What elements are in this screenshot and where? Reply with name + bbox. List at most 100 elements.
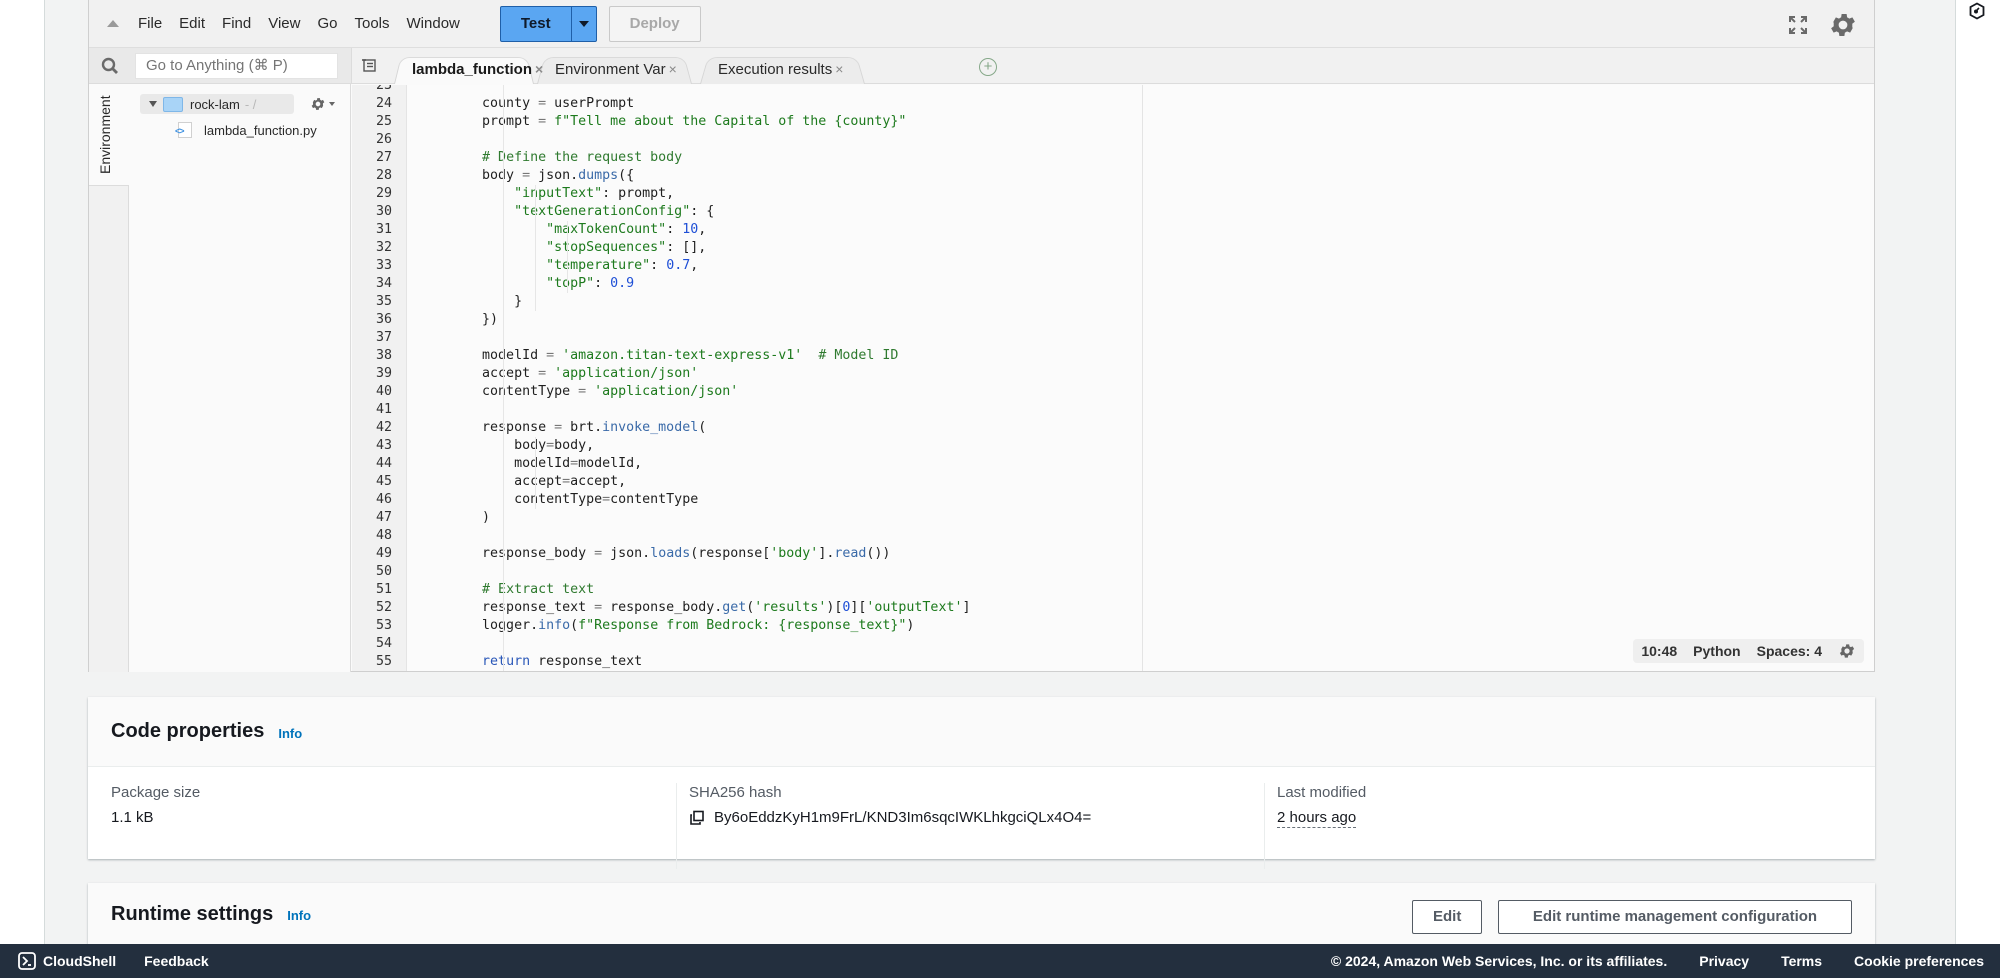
- caret-down-icon: [578, 20, 589, 27]
- line-number: 39: [375, 366, 392, 381]
- code-line[interactable]: 49 response_body = json.loads(response['…: [352, 545, 1874, 563]
- tree-root-label: rock-lam: [190, 96, 240, 112]
- add-tab-icon[interactable]: +: [979, 58, 997, 76]
- last-modified-value[interactable]: 2 hours ago: [1277, 809, 1357, 828]
- code-line[interactable]: 51 # Extract text: [352, 581, 1874, 599]
- code-line[interactable]: 41: [352, 401, 1874, 419]
- close-tab-icon[interactable]: ×: [535, 61, 543, 77]
- code-line[interactable]: 45 accept=accept,: [352, 473, 1874, 491]
- tab-execution-results[interactable]: Execution results ×: [700, 54, 865, 84]
- cursor-position[interactable]: 10:48: [1641, 643, 1677, 659]
- environment-panel-tab[interactable]: Environment: [89, 84, 129, 186]
- code-line[interactable]: 50: [352, 563, 1874, 581]
- cloudshell-link[interactable]: CloudShell: [43, 953, 116, 969]
- code-line[interactable]: 37: [352, 329, 1874, 347]
- cookie-preferences-link[interactable]: Cookie preferences: [1854, 953, 1984, 969]
- fullscreen-icon[interactable]: [1788, 15, 1808, 35]
- privacy-link[interactable]: Privacy: [1699, 953, 1749, 969]
- code-line[interactable]: 43 body=body,: [352, 437, 1874, 455]
- line-number: 46: [375, 492, 392, 507]
- tree-root-folder[interactable]: rock-lam - /: [140, 94, 294, 114]
- ide-settings-gear-icon[interactable]: [1828, 10, 1858, 40]
- line-number: 49: [375, 546, 392, 561]
- test-dropdown-button[interactable]: [572, 7, 596, 41]
- code-line[interactable]: 44 modelId=modelId,: [352, 455, 1874, 473]
- sha256-value: By6oEddzKyH1m9FrL/KND3Im6sqcIWKLhkgciQLx…: [714, 809, 1092, 826]
- close-tab-icon[interactable]: ×: [669, 61, 677, 77]
- code-line[interactable]: 30 "textGenerationConfig": {: [352, 203, 1874, 221]
- line-number: 32: [375, 240, 392, 255]
- code-text: "maxTokenCount": 10,: [546, 222, 707, 237]
- code-line[interactable]: 53 logger.info(f"Response from Bedrock: …: [352, 617, 1874, 635]
- collapse-menu-icon[interactable]: [107, 20, 119, 27]
- caret-down-icon[interactable]: [149, 101, 157, 107]
- cloudshell-icon[interactable]: [18, 952, 36, 970]
- code-properties-info-link[interactable]: Info: [278, 726, 302, 741]
- code-line[interactable]: 31 "maxTokenCount": 10,: [352, 221, 1874, 239]
- code-line[interactable]: 47 ): [352, 509, 1874, 527]
- test-button[interactable]: Test: [501, 6, 572, 41]
- menu-edit[interactable]: Edit: [178, 11, 206, 36]
- search-icon[interactable]: [101, 57, 119, 75]
- code-line[interactable]: 34 "topP": 0.9: [352, 275, 1874, 293]
- code-line[interactable]: 23: [352, 85, 1874, 95]
- code-properties-card: Code properties Info Package size 1.1 kB…: [88, 697, 1875, 869]
- terms-link[interactable]: Terms: [1781, 953, 1822, 969]
- code-text: }: [418, 294, 523, 309]
- code-line[interactable]: 24 county = userPrompt: [352, 95, 1874, 113]
- edit-runtime-management-button[interactable]: Edit runtime management configuration: [1498, 900, 1852, 934]
- code-line[interactable]: 52 response_text = response_body.get('re…: [352, 599, 1874, 617]
- close-tab-icon[interactable]: ×: [835, 61, 843, 77]
- runtime-settings-info-link[interactable]: Info: [287, 908, 311, 923]
- menu-view[interactable]: View: [267, 11, 301, 36]
- tab-list-icon[interactable]: [362, 59, 376, 72]
- code-editor[interactable]: 23 24 county = userPrompt 25 prompt = f"T…: [352, 85, 1874, 671]
- tree-file-item[interactable]: <> lambda_function.py: [175, 122, 317, 138]
- code-line[interactable]: 36 }): [352, 311, 1874, 329]
- code-line[interactable]: 27 # Define the request body: [352, 149, 1874, 167]
- code-line[interactable]: 46 contentType=contentType: [352, 491, 1874, 509]
- code-line[interactable]: 29 "inputText": prompt,: [352, 185, 1874, 203]
- tab-environment-variables[interactable]: Environment Var ×: [537, 54, 692, 84]
- code-line[interactable]: 26: [352, 131, 1874, 149]
- line-number: 40: [375, 384, 392, 399]
- line-number: 54: [375, 636, 392, 651]
- edit-button[interactable]: Edit: [1412, 900, 1483, 934]
- feedback-link[interactable]: Feedback: [144, 953, 209, 969]
- line-number: 52: [375, 600, 392, 615]
- menu-find[interactable]: Find: [221, 11, 252, 36]
- tree-settings-button[interactable]: [310, 96, 335, 112]
- menu-go[interactable]: Go: [316, 11, 338, 36]
- code-line[interactable]: 35 }: [352, 293, 1874, 311]
- code-line[interactable]: 32 "stopSequences": [],: [352, 239, 1874, 257]
- code-line[interactable]: 33 "temperature": 0.7,: [352, 257, 1874, 275]
- code-text: contentType=contentType: [418, 492, 699, 507]
- editor-settings-gear-icon[interactable]: [1838, 642, 1856, 660]
- folder-icon: [163, 96, 183, 112]
- code-line[interactable]: 25 prompt = f"Tell me about the Capital …: [352, 113, 1874, 131]
- code-text: logger.info(f"Response from Bedrock: {re…: [418, 618, 915, 633]
- python-file-icon: <>: [175, 122, 192, 138]
- menu-file[interactable]: File: [137, 11, 163, 36]
- menu-window[interactable]: Window: [406, 11, 461, 36]
- feedback-hex-icon[interactable]: [1968, 2, 1986, 20]
- code-line[interactable]: 40 contentType = 'application/json': [352, 383, 1874, 401]
- code-line[interactable]: 38 modelId = 'amazon.titan-text-express-…: [352, 347, 1874, 365]
- tab-lambda-function[interactable]: lambda_function ×: [394, 54, 543, 84]
- indent-guide: [535, 437, 536, 509]
- code-line[interactable]: 48: [352, 527, 1874, 545]
- menu-tools[interactable]: Tools: [353, 11, 390, 36]
- code-line[interactable]: 39 accept = 'application/json': [352, 365, 1874, 383]
- deploy-button[interactable]: Deploy: [608, 5, 701, 42]
- line-number: 23: [375, 85, 392, 93]
- indent-setting[interactable]: Spaces: 4: [1757, 643, 1822, 659]
- copy-icon[interactable]: [689, 810, 705, 826]
- code-line[interactable]: 28 body = json.dumps({: [352, 167, 1874, 185]
- line-number: 36: [375, 312, 392, 327]
- indent-guide: [535, 185, 536, 311]
- go-to-anything-input[interactable]: [135, 52, 338, 79]
- language-mode[interactable]: Python: [1693, 643, 1740, 659]
- code-line[interactable]: 42 response = brt.invoke_model(: [352, 419, 1874, 437]
